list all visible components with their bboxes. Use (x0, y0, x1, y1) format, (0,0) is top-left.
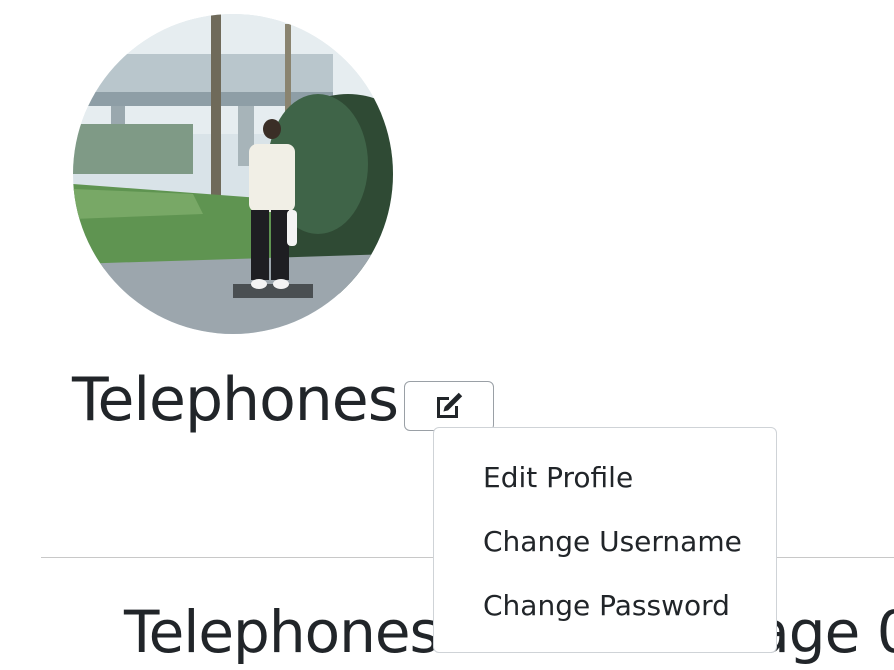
edit-square-icon (437, 392, 463, 418)
edit-profile-toggle-button[interactable] (404, 381, 494, 431)
profile-username: Telephones (72, 365, 399, 435)
profile-options-menu: Edit Profile Change Username Change Pass… (433, 427, 777, 653)
profile-avatar (73, 14, 393, 334)
menu-item-change-password[interactable]: Change Password (434, 576, 776, 640)
avatar-photo (73, 14, 393, 334)
menu-item-change-username[interactable]: Change Username (434, 512, 776, 576)
menu-item-edit-profile[interactable]: Edit Profile (434, 448, 776, 512)
